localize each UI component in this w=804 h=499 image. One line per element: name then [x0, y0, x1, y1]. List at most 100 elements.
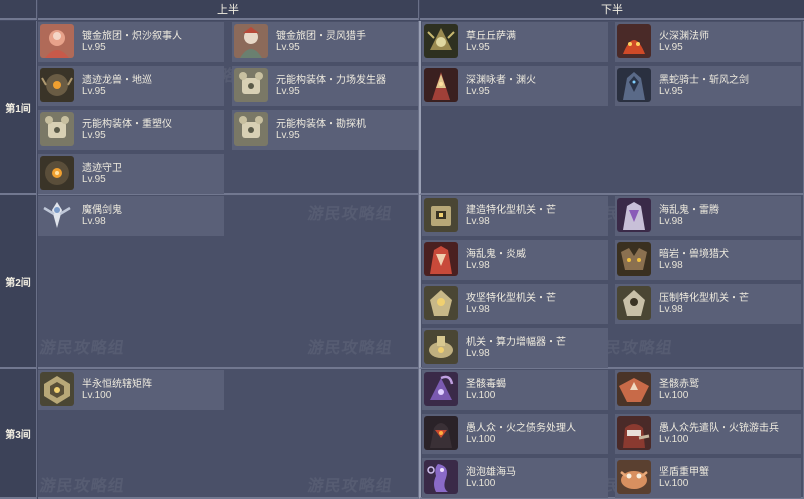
- enemy-card[interactable]: 镀金旅团・炽沙叙事人 Lv.95: [38, 22, 224, 62]
- spiral-abyss-lineup-table: 上半 下半 第1间 第2间 第3间 游民攻略组 游民攻略组 游民攻略组 游民攻略…: [0, 0, 804, 499]
- header-top-half: 上半: [38, 0, 419, 20]
- enemy-level: Lv.100: [466, 478, 496, 489]
- consecrated-scorpion-portrait-icon: [424, 372, 458, 406]
- abyss-lector-portrait-icon: [424, 68, 458, 102]
- refiner-portrait-icon: [40, 112, 74, 146]
- shield-crab-portrait-icon: [617, 460, 651, 494]
- force-field-portrait-icon: [234, 68, 268, 102]
- enemy-card[interactable]: 愚人众先遣队・火铳游击兵 Lv.100: [615, 414, 801, 454]
- enemy-name: 元能构装体・勘探机: [276, 119, 366, 130]
- enemy-level: Lv.100: [466, 390, 496, 401]
- enemy-level: Lv.98: [82, 216, 106, 227]
- row-label-chamber-2: 第2间: [0, 195, 37, 369]
- enemy-level: Lv.95: [276, 42, 300, 53]
- enemy-level: Lv.100: [659, 390, 689, 401]
- enemy-level: Lv.95: [82, 86, 106, 97]
- row-label-chamber-1: 第1间: [0, 21, 37, 195]
- enemy-level: Lv.95: [82, 130, 106, 141]
- enemy-level: Lv.100: [82, 390, 112, 401]
- enemy-card[interactable]: 草丘丘萨满 Lv.95: [422, 22, 608, 62]
- enemy-card[interactable]: 暗岩・兽境猎犬 Lv.98: [615, 240, 801, 280]
- enemy-name: 压制特化型机关・芒: [659, 293, 749, 304]
- enemy-name: 愚人众・火之债务处理人: [466, 423, 576, 434]
- enemy-level: Lv.98: [466, 260, 490, 271]
- enemy-level: Lv.98: [659, 260, 683, 271]
- enemy-card[interactable]: 遗迹龙兽・地巡 Lv.95: [38, 66, 224, 106]
- enemy-card[interactable]: 深渊咏者・渊火 Lv.95: [422, 66, 608, 106]
- enemy-name: 暗岩・兽境猎犬: [659, 249, 729, 260]
- enemy-card[interactable]: 元能构装体・力场发生器 Lv.95: [232, 66, 418, 106]
- enemy-name: 元能构装体・力场发生器: [276, 75, 386, 86]
- enemy-card[interactable]: 海乱鬼・炎威 Lv.98: [422, 240, 608, 280]
- sand-storyteller-portrait-icon: [40, 24, 74, 58]
- enemy-level: Lv.98: [466, 348, 490, 359]
- enemy-name: 镀金旅团・炽沙叙事人: [82, 31, 182, 42]
- enemy-level: Lv.98: [466, 216, 490, 227]
- maguu-kenki-portrait-icon: [40, 198, 74, 232]
- enemy-name: 元能构装体・重塑仪: [82, 119, 172, 130]
- pyro-debt-collector-portrait-icon: [424, 416, 458, 450]
- black-serpent-knight-portrait-icon: [617, 68, 651, 102]
- enemy-card[interactable]: 魔偶剑鬼 Lv.98: [38, 196, 224, 236]
- enemy-level: Lv.95: [82, 42, 106, 53]
- enemy-level: Lv.100: [659, 434, 689, 445]
- assault-machine-portrait-icon: [424, 286, 458, 320]
- enemy-name: 镀金旅团・灵风猎手: [276, 31, 366, 42]
- enemy-card[interactable]: 镀金旅团・灵风猎手 Lv.95: [232, 22, 418, 62]
- kairagi-thunder-portrait-icon: [617, 198, 651, 232]
- enemy-card[interactable]: 元能构装体・勘探机 Lv.95: [232, 110, 418, 150]
- enemy-name: 魔偶剑鬼: [82, 205, 122, 216]
- wind-hunter-portrait-icon: [234, 24, 268, 58]
- enemy-level: Lv.95: [659, 86, 683, 97]
- ruin-guard-portrait-icon: [40, 156, 74, 190]
- enemy-card[interactable]: 黑蛇骑士・斩风之剑 Lv.95: [615, 66, 801, 106]
- enemy-name: 黑蛇骑士・斩风之剑: [659, 75, 749, 86]
- enemy-name: 圣骸赤鹫: [659, 379, 699, 390]
- enemy-name: 建造特化型机关・芒: [466, 205, 556, 216]
- enemy-card[interactable]: 压制特化型机关・芒 Lv.98: [615, 284, 801, 324]
- enemy-name: 愚人众先遣队・火铳游击兵: [659, 423, 779, 434]
- enemy-card[interactable]: 火深渊法师 Lv.95: [615, 22, 801, 62]
- enemy-level: Lv.98: [466, 304, 490, 315]
- enemy-name: 火深渊法师: [659, 31, 709, 42]
- suppression-machine-portrait-icon: [617, 286, 651, 320]
- enemy-level: Lv.95: [276, 86, 300, 97]
- kairagi-fire-portrait-icon: [424, 242, 458, 276]
- enemy-card[interactable]: 圣骸毒蝎 Lv.100: [422, 370, 608, 410]
- ruin-drake-portrait-icon: [40, 68, 74, 102]
- enemy-card[interactable]: 坚盾重甲蟹 Lv.100: [615, 458, 801, 498]
- enemy-card[interactable]: 攻坚特化型机关・芒 Lv.98: [422, 284, 608, 324]
- prospector-portrait-icon: [234, 112, 268, 146]
- enemy-card[interactable]: 圣骸赤鹫 Lv.100: [615, 370, 801, 410]
- enemy-name: 深渊咏者・渊火: [466, 75, 536, 86]
- enemy-name: 机关・算力增幅器・芒: [466, 337, 566, 348]
- enemy-name: 草丘丘萨满: [466, 31, 516, 42]
- header-corner: [0, 0, 37, 20]
- enemy-level: Lv.100: [659, 478, 689, 489]
- enemy-name: 海乱鬼・炎威: [466, 249, 526, 260]
- enemy-card[interactable]: 海乱鬼・雷腾 Lv.98: [615, 196, 801, 236]
- bubble-seahorse-portrait-icon: [424, 460, 458, 494]
- enemy-card[interactable]: 机关・算力增幅器・芒 Lv.98: [422, 328, 608, 368]
- construction-machine-portrait-icon: [424, 198, 458, 232]
- rifthound-portrait-icon: [617, 242, 651, 276]
- enemy-level: Lv.98: [659, 304, 683, 315]
- enemy-card[interactable]: 元能构装体・重塑仪 Lv.95: [38, 110, 224, 150]
- enemy-card[interactable]: 半永恒统辖矩阵 Lv.100: [38, 370, 224, 410]
- enemy-name: 半永恒统辖矩阵: [82, 379, 152, 390]
- enemy-card[interactable]: 愚人众・火之债务处理人 Lv.100: [422, 414, 608, 454]
- enemy-card[interactable]: 泡泡雄海马 Lv.100: [422, 458, 608, 498]
- enemy-level: Lv.100: [466, 434, 496, 445]
- enemy-level: Lv.95: [466, 42, 490, 53]
- enemy-level: Lv.95: [82, 174, 106, 185]
- consecrated-red-vulture-portrait-icon: [617, 372, 651, 406]
- enemy-name: 遗迹龙兽・地巡: [82, 75, 152, 86]
- pyro-abyss-mage-portrait-icon: [617, 24, 651, 58]
- enemy-name: 海乱鬼・雷腾: [659, 205, 719, 216]
- computing-amplifier-portrait-icon: [424, 330, 458, 364]
- enemy-level: Lv.95: [276, 130, 300, 141]
- enemy-card[interactable]: 建造特化型机关・芒 Lv.98: [422, 196, 608, 236]
- dendro-shaman-portrait-icon: [424, 24, 458, 58]
- enemy-name: 攻坚特化型机关・芒: [466, 293, 556, 304]
- enemy-card[interactable]: 遗迹守卫 Lv.95: [38, 154, 224, 194]
